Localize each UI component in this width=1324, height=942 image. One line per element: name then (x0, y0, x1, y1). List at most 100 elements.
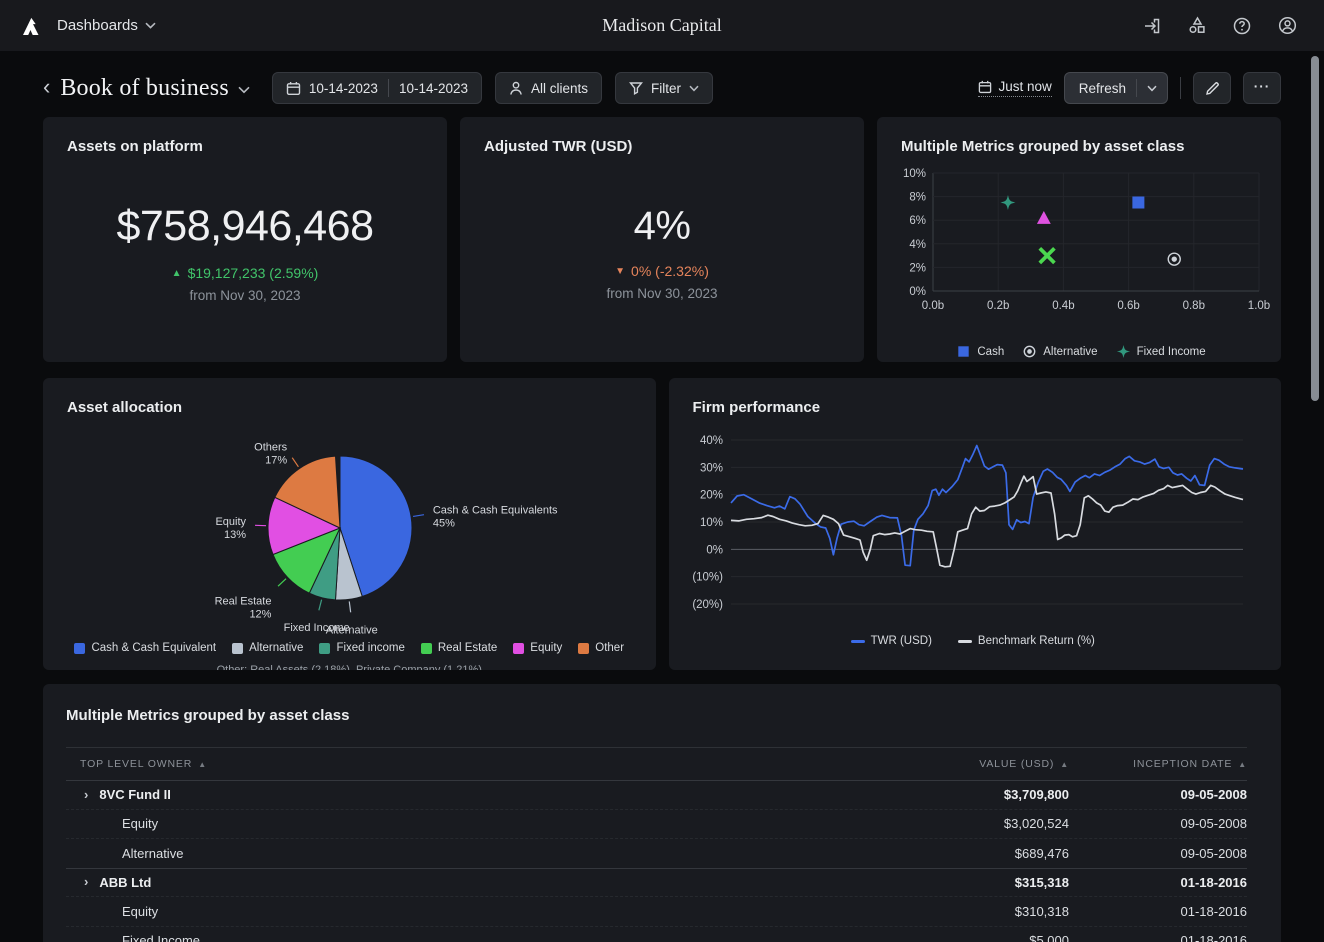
card-title: Firm performance (669, 378, 1282, 416)
pie-legend: Cash & Cash Equivalent Alternative Fixed i… (43, 642, 656, 654)
svg-text:1.0b: 1.0b (1248, 300, 1270, 312)
line-series-twr-usd- (731, 446, 1243, 566)
help-icon[interactable] (1227, 11, 1257, 41)
pie-legend-item-real-estate[interactable]: Real Estate (421, 642, 497, 654)
inception-date-cell: 01-18-2016 (1069, 875, 1247, 890)
sort-arrow-icon: ▲ (198, 760, 207, 769)
svg-text:10%: 10% (903, 168, 926, 180)
dashboards-menu-label: Dashboards (57, 17, 138, 34)
table-row[interactable]: Equity$3,020,52409-05-2008 (66, 810, 1247, 840)
last-updated[interactable]: Just now (978, 79, 1051, 97)
legend-item-cash[interactable]: Cash (956, 344, 1004, 359)
svg-text:0.6b: 0.6b (1117, 300, 1139, 312)
date-range-button[interactable]: 10-14-2023 10-14-2023 (272, 72, 482, 104)
legend-swatch-icon (319, 643, 330, 654)
column-header-inception-date[interactable]: INCEPTION DATE▲ (1069, 758, 1247, 770)
legend-dash-icon (851, 640, 865, 643)
twr-value: 4% (634, 204, 691, 249)
calendar-icon (286, 81, 301, 96)
legend-label: TWR (USD) (871, 635, 932, 647)
scatter-point-ring (1025, 346, 1035, 356)
shapes-icon[interactable] (1182, 11, 1212, 41)
scatter-legend: CashAlternativeFixed IncomeEquityTotal (891, 344, 1271, 362)
table-row[interactable]: Alternative $689,47609-05-2008 (66, 839, 1247, 869)
column-header-top-level-owner[interactable]: TOP LEVEL OWNER▲ (66, 758, 859, 770)
inception-date-cell: 09-05-2008 (1069, 816, 1247, 831)
expand-chevron-icon[interactable]: › (84, 874, 88, 889)
svg-text:8%: 8% (909, 192, 926, 204)
svg-text:(20%): (20%) (692, 599, 723, 611)
edit-button[interactable] (1193, 72, 1231, 104)
twr-delta-value: 0% (-2.32%) (631, 263, 709, 279)
pie-label: Fixed Income6% (284, 622, 350, 636)
legend-item-fixed-income[interactable]: Fixed Income (1116, 344, 1206, 359)
scatter-point-star4 (1117, 345, 1130, 358)
metrics-table: TOP LEVEL OWNER▲VALUE (USD)▲INCEPTION DA… (66, 747, 1247, 942)
assets-value: $758,946,468 (116, 202, 373, 251)
svg-text:20%: 20% (699, 490, 722, 502)
legend-dash-icon (958, 640, 972, 643)
legend-item-alternative[interactable]: Alternative (1022, 344, 1097, 359)
inception-date-cell: 09-05-2008 (1069, 846, 1247, 861)
table-row[interactable]: ›ABB Ltd$315,31801-18-2016 (66, 868, 1247, 898)
account-icon[interactable] (1272, 11, 1302, 41)
down-arrow-icon: ▼ (615, 266, 625, 277)
inception-date-cell: 01-18-2016 (1069, 904, 1247, 919)
addepar-logo-icon[interactable] (20, 14, 44, 38)
filter-label: Filter (651, 81, 681, 96)
back-button[interactable]: ‹ (43, 76, 60, 101)
value-cell: $315,318 (859, 875, 1069, 890)
scatter-point-triangle (1037, 211, 1051, 224)
pie-label: Others17% (254, 441, 288, 466)
chevron-down-icon (145, 22, 156, 29)
scatter-svg: 0.0b0.2b0.4b0.6b0.8b1.0b0%2%4%6%8%10% (891, 165, 1273, 337)
svg-text:4%: 4% (909, 239, 926, 251)
legend-swatch-icon (421, 643, 432, 654)
ellipsis-icon: ··· (1254, 79, 1271, 94)
line-legend-item-benchmark-return-[interactable]: Benchmark Return (%) (958, 635, 1095, 647)
date-start-value: 10-14-2023 (309, 81, 378, 96)
value-cell: $689,476 (859, 846, 1069, 861)
owner-cell: Alternative (122, 846, 183, 861)
table-title: Multiple Metrics grouped by asset class (66, 684, 1247, 724)
pie-legend-item-equity[interactable]: Equity (513, 642, 562, 654)
square-marker-icon (956, 344, 971, 359)
filter-button[interactable]: Filter (615, 72, 713, 104)
person-icon (509, 81, 523, 96)
up-arrow-icon: ▲ (172, 268, 182, 279)
all-clients-button[interactable]: All clients (495, 72, 602, 104)
pie-legend-item-other[interactable]: Other (578, 642, 624, 654)
date-range-divider (388, 79, 389, 97)
ring-marker-icon (1022, 344, 1037, 359)
pie-svg: Cash & Cash Equivalents45%Alternative6%F… (43, 418, 655, 636)
pie-legend-item-alternative[interactable]: Alternative (232, 642, 303, 654)
star4-marker-icon (1116, 344, 1131, 359)
twr-from-date: from Nov 30, 2023 (606, 286, 717, 301)
dashboards-menu-button[interactable]: Dashboards (57, 17, 156, 34)
column-header-value-usd-[interactable]: VALUE (USD)▲ (859, 758, 1069, 770)
table-row[interactable]: Fixed Income$5,00001-18-2016 (66, 927, 1247, 942)
expand-chevron-icon[interactable]: › (84, 787, 88, 802)
export-icon[interactable] (1137, 11, 1167, 41)
more-button[interactable]: ··· (1243, 72, 1281, 104)
vertical-scrollbar[interactable] (1311, 56, 1319, 401)
legend-swatch-icon (74, 643, 85, 654)
dashboard-switch-chevron-icon[interactable] (238, 86, 250, 94)
legend-swatch-icon (513, 643, 524, 654)
owner-cell: Equity (122, 904, 158, 919)
pie-legend-item-cash-cash-equivalent[interactable]: Cash & Cash Equivalent (74, 642, 216, 654)
table-row[interactable]: ›8VC Fund II$3,709,80009-05-2008 (66, 780, 1247, 810)
calendar-clock-icon (978, 80, 992, 94)
pie-legend-item-fixed-income[interactable]: Fixed income (319, 642, 404, 654)
chevron-down-icon[interactable] (1147, 85, 1157, 92)
page-title: Book of business (60, 75, 229, 102)
svg-text:0.0b: 0.0b (922, 300, 944, 312)
asset-allocation-card: Asset allocation Cash & Cash Equivalents… (43, 378, 656, 670)
table-row[interactable]: Equity$310,31801-18-2016 (66, 897, 1247, 927)
assets-on-platform-card: Assets on platform $758,946,468 ▲ $19,12… (43, 117, 447, 362)
svg-text:40%: 40% (699, 435, 722, 447)
refresh-button[interactable]: Refresh (1064, 72, 1168, 104)
owner-cell: Equity (122, 816, 158, 831)
line-legend-item-twr-usd-[interactable]: TWR (USD) (851, 635, 932, 647)
card-title: Multiple Metrics grouped by asset class (877, 117, 1281, 155)
